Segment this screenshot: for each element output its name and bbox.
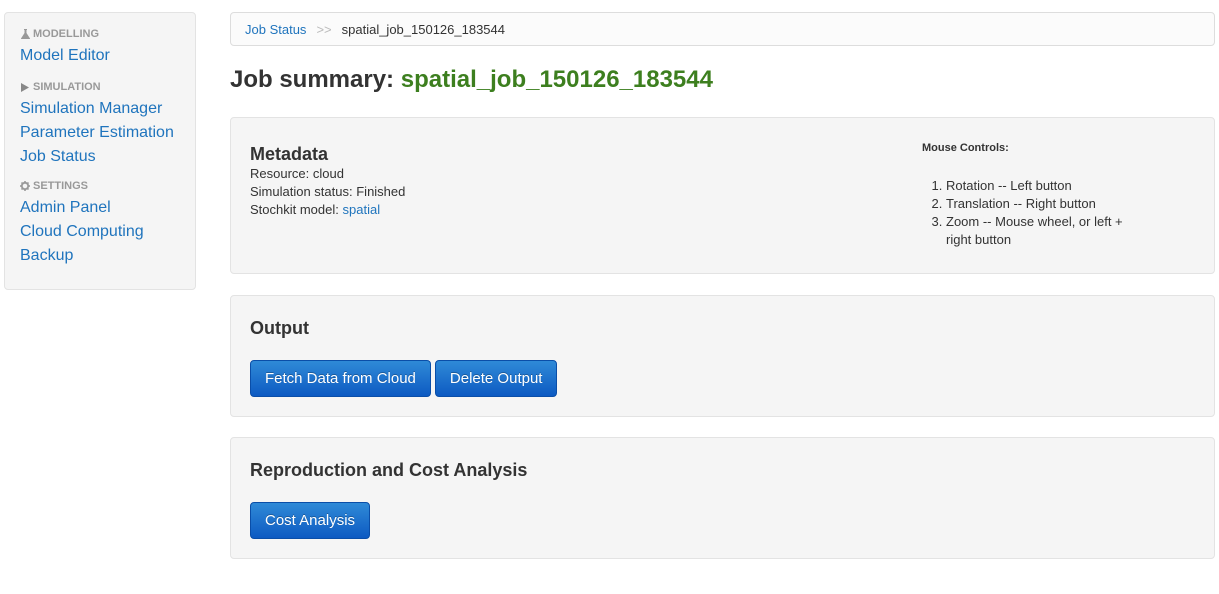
page-title-job-name: spatial_job_150126_183544 bbox=[400, 66, 713, 93]
status-value: Finished bbox=[356, 184, 406, 199]
mouse-control-item: Rotation -- Left button bbox=[946, 177, 1137, 195]
fetch-data-button[interactable]: Fetch Data from Cloud bbox=[250, 360, 431, 397]
output-button-row: Fetch Data from Cloud Delete Output bbox=[250, 360, 558, 397]
gear-icon bbox=[20, 181, 30, 191]
nav-item-job-status[interactable]: Job Status bbox=[20, 145, 195, 169]
output-heading: Output bbox=[250, 318, 309, 338]
resource-value: cloud bbox=[312, 166, 344, 181]
play-icon bbox=[20, 82, 30, 92]
flask-icon bbox=[20, 29, 30, 39]
nav-item-admin-panel[interactable]: Admin Panel bbox=[20, 196, 195, 220]
nav-item-parameter-estimation[interactable]: Parameter Estimation bbox=[20, 121, 195, 145]
status-label: Simulation status: bbox=[250, 184, 353, 199]
nav-item-simulation-manager[interactable]: Simulation Manager bbox=[20, 97, 195, 121]
nav-group-simulation: SIMULATION Simulation Manager Parameter … bbox=[20, 80, 195, 169]
mouse-control-item: Zoom -- Mouse wheel, or left + right but… bbox=[946, 213, 1137, 249]
nav-header-modelling: MODELLING bbox=[20, 27, 195, 41]
model-label: Stochkit model: bbox=[250, 202, 339, 217]
metadata-heading: Metadata bbox=[250, 144, 329, 164]
breadcrumb: Job Status >> spatial_job_150126_183544 bbox=[230, 12, 1215, 46]
cost-analysis-button[interactable]: Cost Analysis bbox=[250, 502, 371, 539]
nav-group-settings: SETTINGS Admin Panel Cloud Computing Bac… bbox=[20, 179, 195, 268]
nav-item-backup[interactable]: Backup bbox=[20, 244, 195, 268]
output-panel: Output Fetch Data from Cloud Delete Outp… bbox=[230, 295, 1215, 417]
nav-header-label: MODELLING bbox=[33, 28, 99, 40]
breadcrumb-divider: >> bbox=[316, 21, 332, 37]
status-row: Simulation status: Finished bbox=[250, 183, 405, 201]
metadata-section: Metadata Resource: cloud Simulation stat… bbox=[250, 143, 405, 219]
nav-header-simulation: SIMULATION bbox=[20, 80, 195, 94]
nav-header-settings: SETTINGS bbox=[20, 179, 195, 193]
nav-header-label: SETTINGS bbox=[33, 180, 89, 192]
sidebar-nav: MODELLING Model Editor SIMULATION Simula… bbox=[4, 12, 196, 290]
page-title-prefix: Job summary: bbox=[230, 66, 395, 93]
mouse-controls-heading: Mouse Controls: bbox=[922, 142, 1009, 154]
nav-item-model-editor[interactable]: Model Editor bbox=[20, 44, 195, 68]
mouse-control-item: Translation -- Right button bbox=[946, 195, 1137, 213]
resource-label: Resource: bbox=[250, 166, 310, 181]
mouse-controls-list: Rotation -- Left button Translation -- R… bbox=[922, 177, 1137, 249]
cost-analysis-panel: Reproduction and Cost Analysis Cost Anal… bbox=[230, 437, 1215, 559]
model-row: Stochkit model: spatial bbox=[250, 201, 405, 219]
metadata-panel: Metadata Resource: cloud Simulation stat… bbox=[230, 117, 1215, 274]
nav-header-label: SIMULATION bbox=[33, 81, 101, 93]
page-title: Job summary: spatial_job_150126_183544 bbox=[230, 66, 713, 94]
model-link[interactable]: spatial bbox=[343, 202, 381, 217]
mouse-controls-section: Mouse Controls: Rotation -- Left button … bbox=[922, 140, 1137, 249]
breadcrumb-link-job-status[interactable]: Job Status bbox=[245, 22, 306, 37]
nav-group-modelling: MODELLING Model Editor bbox=[20, 27, 195, 68]
breadcrumb-current: spatial_job_150126_183544 bbox=[341, 21, 506, 37]
cost-button-row: Cost Analysis bbox=[250, 502, 371, 539]
delete-output-button[interactable]: Delete Output bbox=[434, 360, 558, 397]
resource-row: Resource: cloud bbox=[250, 165, 405, 183]
nav-item-cloud-computing[interactable]: Cloud Computing bbox=[20, 220, 195, 244]
cost-analysis-heading: Reproduction and Cost Analysis bbox=[250, 460, 528, 480]
